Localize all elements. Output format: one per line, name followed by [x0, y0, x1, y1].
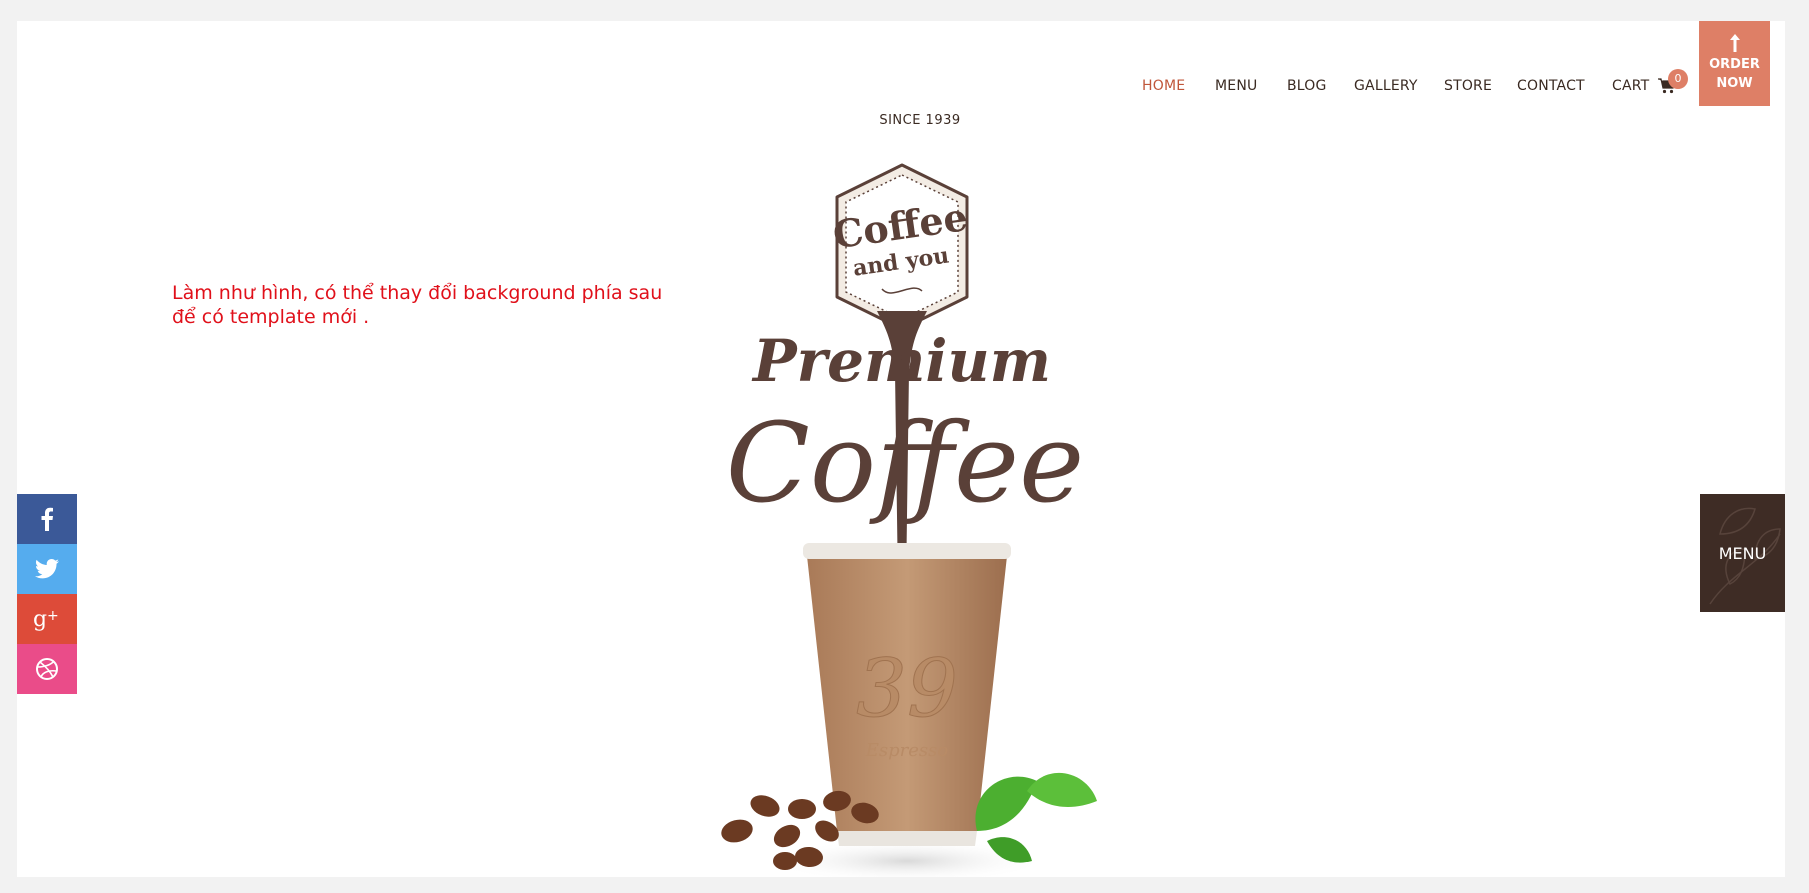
coffee-script-text: Coffee [726, 399, 1085, 527]
cart-label: CART [1612, 78, 1650, 94]
svg-text:+: + [47, 608, 59, 624]
facebook-button[interactable] [17, 494, 77, 544]
svg-text:g: g [33, 607, 47, 631]
nav-gallery[interactable]: GALLERY [1354, 78, 1418, 94]
google-plus-button[interactable]: g + [17, 594, 77, 644]
side-menu-button[interactable]: MENU [1700, 494, 1785, 612]
google-plus-icon: g + [33, 607, 59, 631]
cart-count-badge: 0 [1668, 69, 1688, 89]
dribbble-button[interactable] [17, 644, 77, 694]
side-menu-label: MENU [1718, 543, 1767, 563]
order-now-button[interactable]: ORDER NOW [1699, 21, 1770, 106]
twitter-button[interactable] [17, 544, 77, 594]
hero-coffee-illustration: Coffee and you Premium Coffee 39 Espress… [721, 163, 1097, 877]
nav-home[interactable]: HOME [1142, 78, 1185, 94]
cup-label: Espresso [865, 740, 949, 761]
nav-store[interactable]: STORE [1444, 78, 1492, 94]
nav-menu[interactable]: MENU [1215, 78, 1257, 94]
annotation-note: Làm như hình, có thể thay đổi background… [172, 282, 663, 328]
nav-blog[interactable]: BLOG [1287, 78, 1327, 94]
nav-cart[interactable]: CART [1612, 78, 1676, 94]
nav-contact[interactable]: CONTACT [1517, 78, 1585, 94]
social-share-bar: g + [17, 494, 77, 694]
twitter-icon [35, 559, 59, 579]
arrow-up-icon [1729, 34, 1740, 52]
premium-text: Premium [751, 327, 1051, 395]
since-text: SINCE 1939 [879, 113, 961, 128]
facebook-icon [41, 507, 53, 531]
main-navigation: HOME MENU BLOG GALLERY STORE CONTACT CAR… [17, 66, 1785, 106]
coffee-and-you-badge: Coffee and you [830, 163, 970, 331]
dribbble-icon [36, 658, 58, 680]
order-label-line-1: ORDER [1709, 57, 1760, 72]
coffee-leaves [975, 772, 1097, 863]
page-frame: HOME MENU BLOG GALLERY STORE CONTACT CAR… [17, 21, 1785, 877]
order-label-line-2: NOW [1716, 76, 1753, 91]
cup-number: 39 [856, 642, 958, 735]
